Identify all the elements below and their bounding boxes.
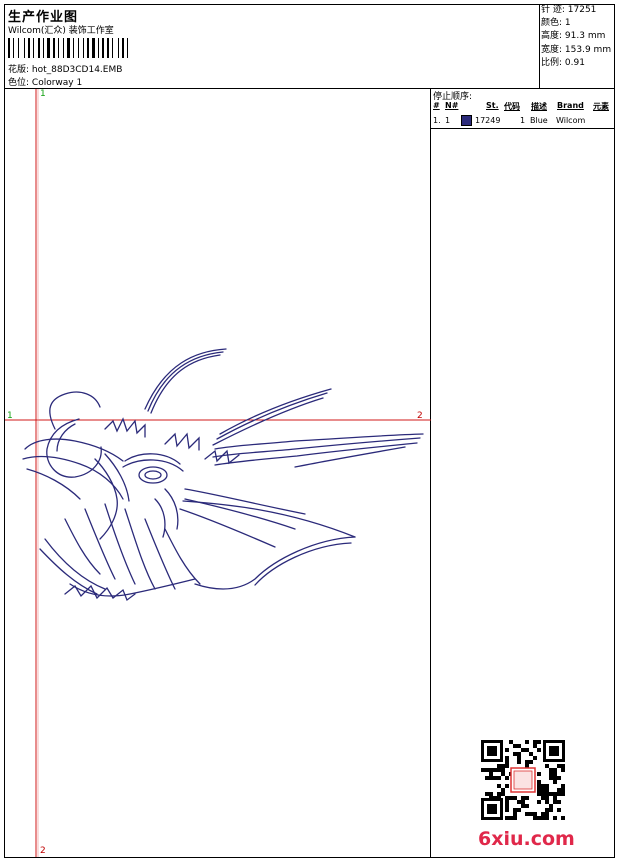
colorway-label: 色位: (8, 78, 30, 88)
stat-height: 高度: 91.3 mm (541, 31, 606, 42)
stop-row: 1. 1 17249 1 Blue Wilcom (433, 116, 586, 125)
stats-panel: 针 迹: 17251 颜色: 1 高度: 91.3 mm 宽度: 153.9 m… (541, 4, 611, 70)
barcode (8, 38, 128, 58)
stop-sequence-header: # N# St. 代码 描述 Brand 元素 (433, 101, 613, 113)
stat-colors: 颜色: 1 (541, 18, 571, 29)
colorway-value: Colorway 1 (31, 78, 83, 88)
stats-divider (539, 4, 540, 88)
marker-left-1: 1 (7, 411, 13, 421)
col-stitches: St. (486, 101, 499, 110)
col-code: 代码 (504, 102, 520, 111)
stop-sequence-divider (431, 128, 615, 129)
design-file: 花版: hot_88D3CD14.EMB (8, 62, 122, 75)
col-desc: 描述 (531, 102, 547, 111)
col-brand: Brand (557, 101, 584, 110)
qr-code (481, 740, 565, 820)
embroidery-preview (5, 89, 431, 857)
design-label: 花版: (8, 65, 30, 75)
watermark-text: 6xiu.com (478, 828, 575, 850)
design-canvas: 1 1 2 2 (5, 89, 431, 857)
colorway: 色位: Colorway 1 (8, 75, 82, 88)
company-name: Wilcom(汇众) 装饰工作室 (8, 26, 114, 36)
stat-stitches: 针 迹: 17251 (541, 5, 597, 15)
stat-width: 宽度: 153.9 mm (541, 44, 612, 55)
marker-top-1: 1 (40, 89, 46, 99)
col-element: 元素 (593, 102, 609, 111)
stat-scale: 比例: 0.91 (541, 57, 585, 68)
design-value: hot_88D3CD14.EMB (31, 65, 123, 75)
marker-bottom-2: 2 (40, 846, 46, 856)
dragon-head-embroidery (22, 348, 424, 602)
col-n: N# (445, 101, 459, 110)
marker-right-2: 2 (417, 411, 423, 421)
col-hash: # (433, 101, 440, 110)
